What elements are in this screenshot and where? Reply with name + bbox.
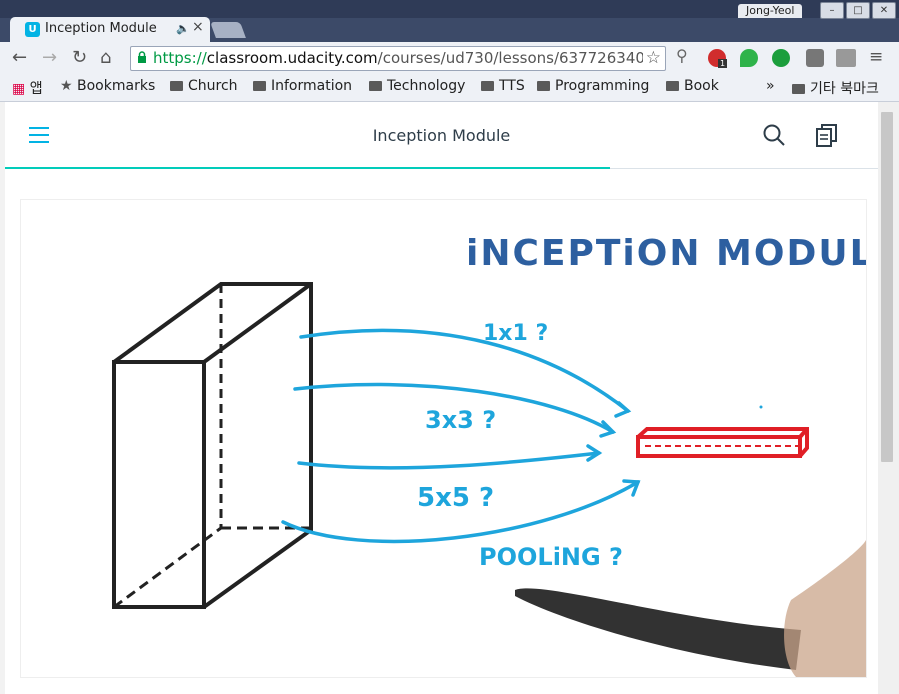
camera-icon[interactable] (806, 49, 824, 67)
forward-icon[interactable]: → (42, 47, 57, 68)
browser-chrome: Jong-Yeol – □ ✕ U Inception Module 🔈 × ←… (0, 0, 899, 102)
extension-red-icon[interactable]: 1 (708, 49, 728, 68)
lesson-header: Inception Module (5, 102, 878, 169)
bookmark-tts[interactable]: TTS (481, 78, 525, 94)
video-player[interactable]: iNCEPTiON MODULES (20, 199, 867, 678)
classroom-page: Inception Module iNCEPTiON MODULES (5, 102, 878, 694)
evernote-icon[interactable] (740, 49, 758, 67)
bookmark-bookmarks[interactable]: ★ Bookmarks (60, 78, 155, 94)
bookmark-church[interactable]: Church (170, 78, 238, 94)
output-block (636, 427, 809, 458)
menu-icon[interactable]: ≡ (869, 47, 883, 67)
folder-icon (481, 81, 494, 91)
dot-mark (759, 405, 763, 409)
tab-close-icon[interactable]: × (192, 19, 204, 35)
other-bookmarks[interactable]: 기타 북마크 (792, 78, 879, 98)
star-icon: ★ (60, 78, 73, 94)
video-title: iNCEPTiON MODULES (466, 233, 866, 274)
folder-icon (253, 81, 266, 91)
bookmarks-bar: ▦ 앱 ★ Bookmarks Church Information Techn… (0, 74, 899, 102)
udacity-icon: U (25, 22, 40, 37)
minimize-icon[interactable]: – (820, 2, 844, 19)
page-scrollbar[interactable] (878, 102, 899, 694)
toolbar: ← → ↻ ⌂ https://classroom.udacity.com/co… (0, 42, 899, 74)
label-3x3: 3x3 ? (425, 406, 496, 434)
scrollbar-thumb[interactable] (881, 112, 893, 462)
key-icon[interactable]: ⚲ (676, 46, 694, 65)
bookmark-book[interactable]: Book (666, 78, 719, 94)
lesson-progress-bar (5, 167, 610, 169)
bookmarks-overflow[interactable]: » (766, 78, 775, 94)
notes-icon[interactable] (815, 123, 839, 147)
bookmark-programming[interactable]: Programming (537, 78, 649, 94)
lock-icon (138, 51, 146, 63)
extension-green-icon[interactable] (772, 49, 790, 67)
label-1x1: 1x1 ? (483, 321, 548, 346)
new-tab-button[interactable] (210, 22, 246, 38)
folder-icon (792, 84, 805, 94)
browser-tab[interactable]: U Inception Module 🔈 × (10, 17, 210, 42)
bookmark-technology[interactable]: Technology (369, 78, 465, 94)
whiteboard-drawing: iNCEPTiON MODULES (112, 233, 866, 677)
maximize-icon[interactable]: □ (846, 2, 870, 19)
url-text: https://classroom.udacity.com/courses/ud… (153, 49, 643, 67)
label-5x5: 5x5 ? (417, 483, 494, 513)
dictionary-icon[interactable] (836, 49, 856, 67)
search-icon[interactable] (763, 124, 785, 146)
back-icon[interactable]: ← (12, 47, 27, 68)
folder-icon (369, 81, 382, 91)
reload-icon[interactable]: ↻ (72, 47, 87, 68)
folder-icon (666, 81, 679, 91)
close-window-icon[interactable]: ✕ (872, 2, 896, 19)
bookmark-information[interactable]: Information (253, 78, 352, 94)
bookmark-star-icon[interactable]: ☆ (646, 48, 661, 68)
input-volume-box (112, 282, 313, 609)
label-pooling: POOLiNG ? (479, 543, 623, 571)
page-title: Inception Module (372, 126, 511, 145)
speaker-icon[interactable]: 🔈 (176, 22, 190, 35)
tab-title: Inception Module (45, 21, 157, 36)
profile-button[interactable]: Jong-Yeol (738, 4, 803, 18)
home-icon[interactable]: ⌂ (100, 47, 111, 68)
folder-icon (537, 81, 550, 91)
apps-grid-icon: ▦ (12, 81, 26, 97)
address-bar[interactable]: https://classroom.udacity.com/courses/ud… (130, 46, 666, 71)
apps-shortcut[interactable]: ▦ 앱 (12, 78, 43, 98)
folder-icon (170, 81, 183, 91)
